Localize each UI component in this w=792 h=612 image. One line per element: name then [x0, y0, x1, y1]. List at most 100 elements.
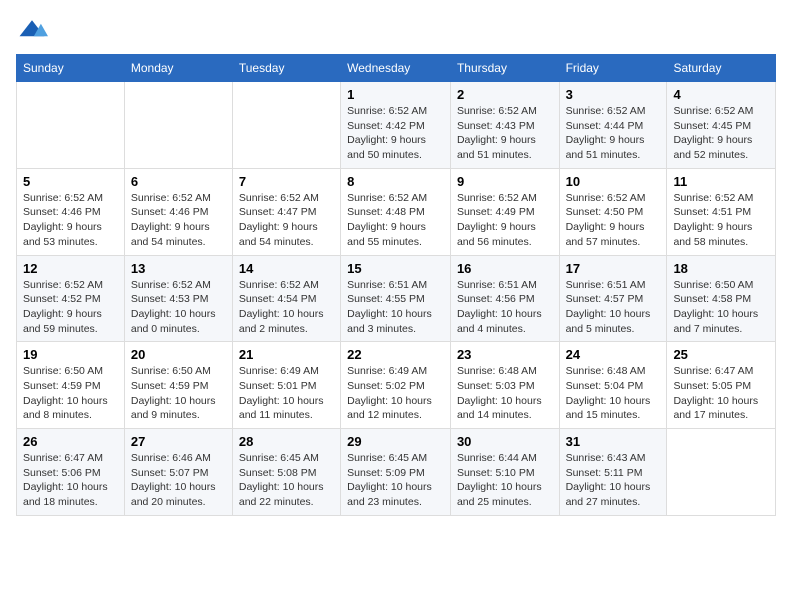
day-info: Sunrise: 6:45 AM Sunset: 5:09 PM Dayligh…: [347, 451, 444, 510]
calendar-cell: 10 Sunrise: 6:52 AM Sunset: 4:50 PM Dayli…: [559, 168, 667, 255]
calendar-cell: 30 Sunrise: 6:44 AM Sunset: 5:10 PM Dayli…: [450, 429, 559, 516]
calendar-cell: 27 Sunrise: 6:46 AM Sunset: 5:07 PM Dayli…: [124, 429, 232, 516]
day-info: Sunrise: 6:52 AM Sunset: 4:52 PM Dayligh…: [23, 278, 118, 337]
day-number: 6: [131, 174, 226, 189]
day-number: 5: [23, 174, 118, 189]
calendar-cell: 9Sunrise: 6:52 AM Sunset: 4:49 PM Daylig…: [450, 168, 559, 255]
calendar-cell: 21 Sunrise: 6:49 AM Sunset: 5:01 PM Dayli…: [232, 342, 340, 429]
calendar-cell: 15 Sunrise: 6:51 AM Sunset: 4:55 PM Dayli…: [341, 255, 451, 342]
day-info: Sunrise: 6:50 AM Sunset: 4:59 PM Dayligh…: [23, 364, 118, 423]
day-info: Sunrise: 6:52 AM Sunset: 4:42 PM Dayligh…: [347, 104, 444, 163]
day-info: Sunrise: 6:47 AM Sunset: 5:05 PM Dayligh…: [673, 364, 769, 423]
day-number: 24: [566, 347, 661, 362]
day-info: Sunrise: 6:52 AM Sunset: 4:44 PM Dayligh…: [566, 104, 661, 163]
calendar-cell: 7 Sunrise: 6:52 AM Sunset: 4:47 PM Daylig…: [232, 168, 340, 255]
day-number: 29: [347, 434, 444, 449]
calendar-cell: [17, 82, 125, 169]
calendar-cell: 1 Sunrise: 6:52 AM Sunset: 4:42 PM Daylig…: [341, 82, 451, 169]
day-info: Sunrise: 6:43 AM Sunset: 5:11 PM Dayligh…: [566, 451, 661, 510]
day-number: 7: [239, 174, 334, 189]
day-number: 20: [131, 347, 226, 362]
day-number: 15: [347, 261, 444, 276]
day-info: Sunrise: 6:47 AM Sunset: 5:06 PM Dayligh…: [23, 451, 118, 510]
day-number: 14: [239, 261, 334, 276]
header-thursday: Thursday: [450, 55, 559, 82]
calendar-cell: 26 Sunrise: 6:47 AM Sunset: 5:06 PM Dayli…: [17, 429, 125, 516]
day-number: 18: [673, 261, 769, 276]
calendar-header-row: SundayMondayTuesdayWednesdayThursdayFrid…: [17, 55, 776, 82]
header-friday: Friday: [559, 55, 667, 82]
calendar-week-row: 5 Sunrise: 6:52 AM Sunset: 4:46 PM Daylig…: [17, 168, 776, 255]
calendar-cell: 16Sunrise: 6:51 AM Sunset: 4:56 PM Dayli…: [450, 255, 559, 342]
logo-icon: [16, 16, 48, 44]
day-number: 17: [566, 261, 661, 276]
day-info: Sunrise: 6:44 AM Sunset: 5:10 PM Dayligh…: [457, 451, 553, 510]
day-info: Sunrise: 6:52 AM Sunset: 4:43 PM Dayligh…: [457, 104, 553, 163]
calendar-table: SundayMondayTuesdayWednesdayThursdayFrid…: [16, 54, 776, 516]
day-number: 27: [131, 434, 226, 449]
calendar-week-row: 12Sunrise: 6:52 AM Sunset: 4:52 PM Dayli…: [17, 255, 776, 342]
calendar-cell: [124, 82, 232, 169]
day-number: 3: [566, 87, 661, 102]
calendar-cell: 20 Sunrise: 6:50 AM Sunset: 4:59 PM Dayli…: [124, 342, 232, 429]
header-saturday: Saturday: [667, 55, 776, 82]
calendar-cell: 12Sunrise: 6:52 AM Sunset: 4:52 PM Dayli…: [17, 255, 125, 342]
calendar-cell: 23 Sunrise: 6:48 AM Sunset: 5:03 PM Dayli…: [450, 342, 559, 429]
day-number: 23: [457, 347, 553, 362]
calendar-cell: 11 Sunrise: 6:52 AM Sunset: 4:51 PM Dayli…: [667, 168, 776, 255]
calendar-cell: 24 Sunrise: 6:48 AM Sunset: 5:04 PM Dayli…: [559, 342, 667, 429]
day-number: 11: [673, 174, 769, 189]
day-number: 1: [347, 87, 444, 102]
day-info: Sunrise: 6:50 AM Sunset: 4:58 PM Dayligh…: [673, 278, 769, 337]
day-info: Sunrise: 6:52 AM Sunset: 4:46 PM Dayligh…: [131, 191, 226, 250]
day-info: Sunrise: 6:48 AM Sunset: 5:04 PM Dayligh…: [566, 364, 661, 423]
calendar-cell: 25 Sunrise: 6:47 AM Sunset: 5:05 PM Dayli…: [667, 342, 776, 429]
day-number: 21: [239, 347, 334, 362]
day-info: Sunrise: 6:52 AM Sunset: 4:54 PM Dayligh…: [239, 278, 334, 337]
calendar-cell: 14 Sunrise: 6:52 AM Sunset: 4:54 PM Dayli…: [232, 255, 340, 342]
calendar-week-row: 19Sunrise: 6:50 AM Sunset: 4:59 PM Dayli…: [17, 342, 776, 429]
calendar-cell: 6 Sunrise: 6:52 AM Sunset: 4:46 PM Daylig…: [124, 168, 232, 255]
day-info: Sunrise: 6:48 AM Sunset: 5:03 PM Dayligh…: [457, 364, 553, 423]
header-monday: Monday: [124, 55, 232, 82]
page-header: [16, 16, 776, 44]
day-info: Sunrise: 6:52 AM Sunset: 4:48 PM Dayligh…: [347, 191, 444, 250]
calendar-cell: 22Sunrise: 6:49 AM Sunset: 5:02 PM Dayli…: [341, 342, 451, 429]
day-info: Sunrise: 6:52 AM Sunset: 4:53 PM Dayligh…: [131, 278, 226, 337]
day-info: Sunrise: 6:51 AM Sunset: 4:56 PM Dayligh…: [457, 278, 553, 337]
calendar-cell: 3 Sunrise: 6:52 AM Sunset: 4:44 PM Daylig…: [559, 82, 667, 169]
day-info: Sunrise: 6:49 AM Sunset: 5:01 PM Dayligh…: [239, 364, 334, 423]
day-number: 26: [23, 434, 118, 449]
calendar-cell: 4Sunrise: 6:52 AM Sunset: 4:45 PM Daylig…: [667, 82, 776, 169]
calendar-cell: 28Sunrise: 6:45 AM Sunset: 5:08 PM Dayli…: [232, 429, 340, 516]
logo: [16, 16, 52, 44]
day-number: 25: [673, 347, 769, 362]
day-info: Sunrise: 6:52 AM Sunset: 4:46 PM Dayligh…: [23, 191, 118, 250]
day-number: 22: [347, 347, 444, 362]
day-info: Sunrise: 6:50 AM Sunset: 4:59 PM Dayligh…: [131, 364, 226, 423]
header-tuesday: Tuesday: [232, 55, 340, 82]
calendar-cell: 18 Sunrise: 6:50 AM Sunset: 4:58 PM Dayli…: [667, 255, 776, 342]
day-number: 13: [131, 261, 226, 276]
calendar-cell: 31 Sunrise: 6:43 AM Sunset: 5:11 PM Dayli…: [559, 429, 667, 516]
day-info: Sunrise: 6:51 AM Sunset: 4:55 PM Dayligh…: [347, 278, 444, 337]
day-number: 28: [239, 434, 334, 449]
calendar-cell: [232, 82, 340, 169]
day-info: Sunrise: 6:51 AM Sunset: 4:57 PM Dayligh…: [566, 278, 661, 337]
day-info: Sunrise: 6:52 AM Sunset: 4:45 PM Dayligh…: [673, 104, 769, 163]
day-number: 8: [347, 174, 444, 189]
day-info: Sunrise: 6:46 AM Sunset: 5:07 PM Dayligh…: [131, 451, 226, 510]
calendar-cell: 13 Sunrise: 6:52 AM Sunset: 4:53 PM Dayli…: [124, 255, 232, 342]
calendar-cell: 19Sunrise: 6:50 AM Sunset: 4:59 PM Dayli…: [17, 342, 125, 429]
calendar-cell: 2Sunrise: 6:52 AM Sunset: 4:43 PM Daylig…: [450, 82, 559, 169]
calendar-cell: 29 Sunrise: 6:45 AM Sunset: 5:09 PM Dayli…: [341, 429, 451, 516]
day-number: 30: [457, 434, 553, 449]
calendar-cell: 8 Sunrise: 6:52 AM Sunset: 4:48 PM Daylig…: [341, 168, 451, 255]
day-info: Sunrise: 6:52 AM Sunset: 4:47 PM Dayligh…: [239, 191, 334, 250]
calendar-cell: 5 Sunrise: 6:52 AM Sunset: 4:46 PM Daylig…: [17, 168, 125, 255]
header-wednesday: Wednesday: [341, 55, 451, 82]
day-info: Sunrise: 6:52 AM Sunset: 4:50 PM Dayligh…: [566, 191, 661, 250]
day-number: 10: [566, 174, 661, 189]
day-info: Sunrise: 6:52 AM Sunset: 4:51 PM Dayligh…: [673, 191, 769, 250]
day-number: 31: [566, 434, 661, 449]
